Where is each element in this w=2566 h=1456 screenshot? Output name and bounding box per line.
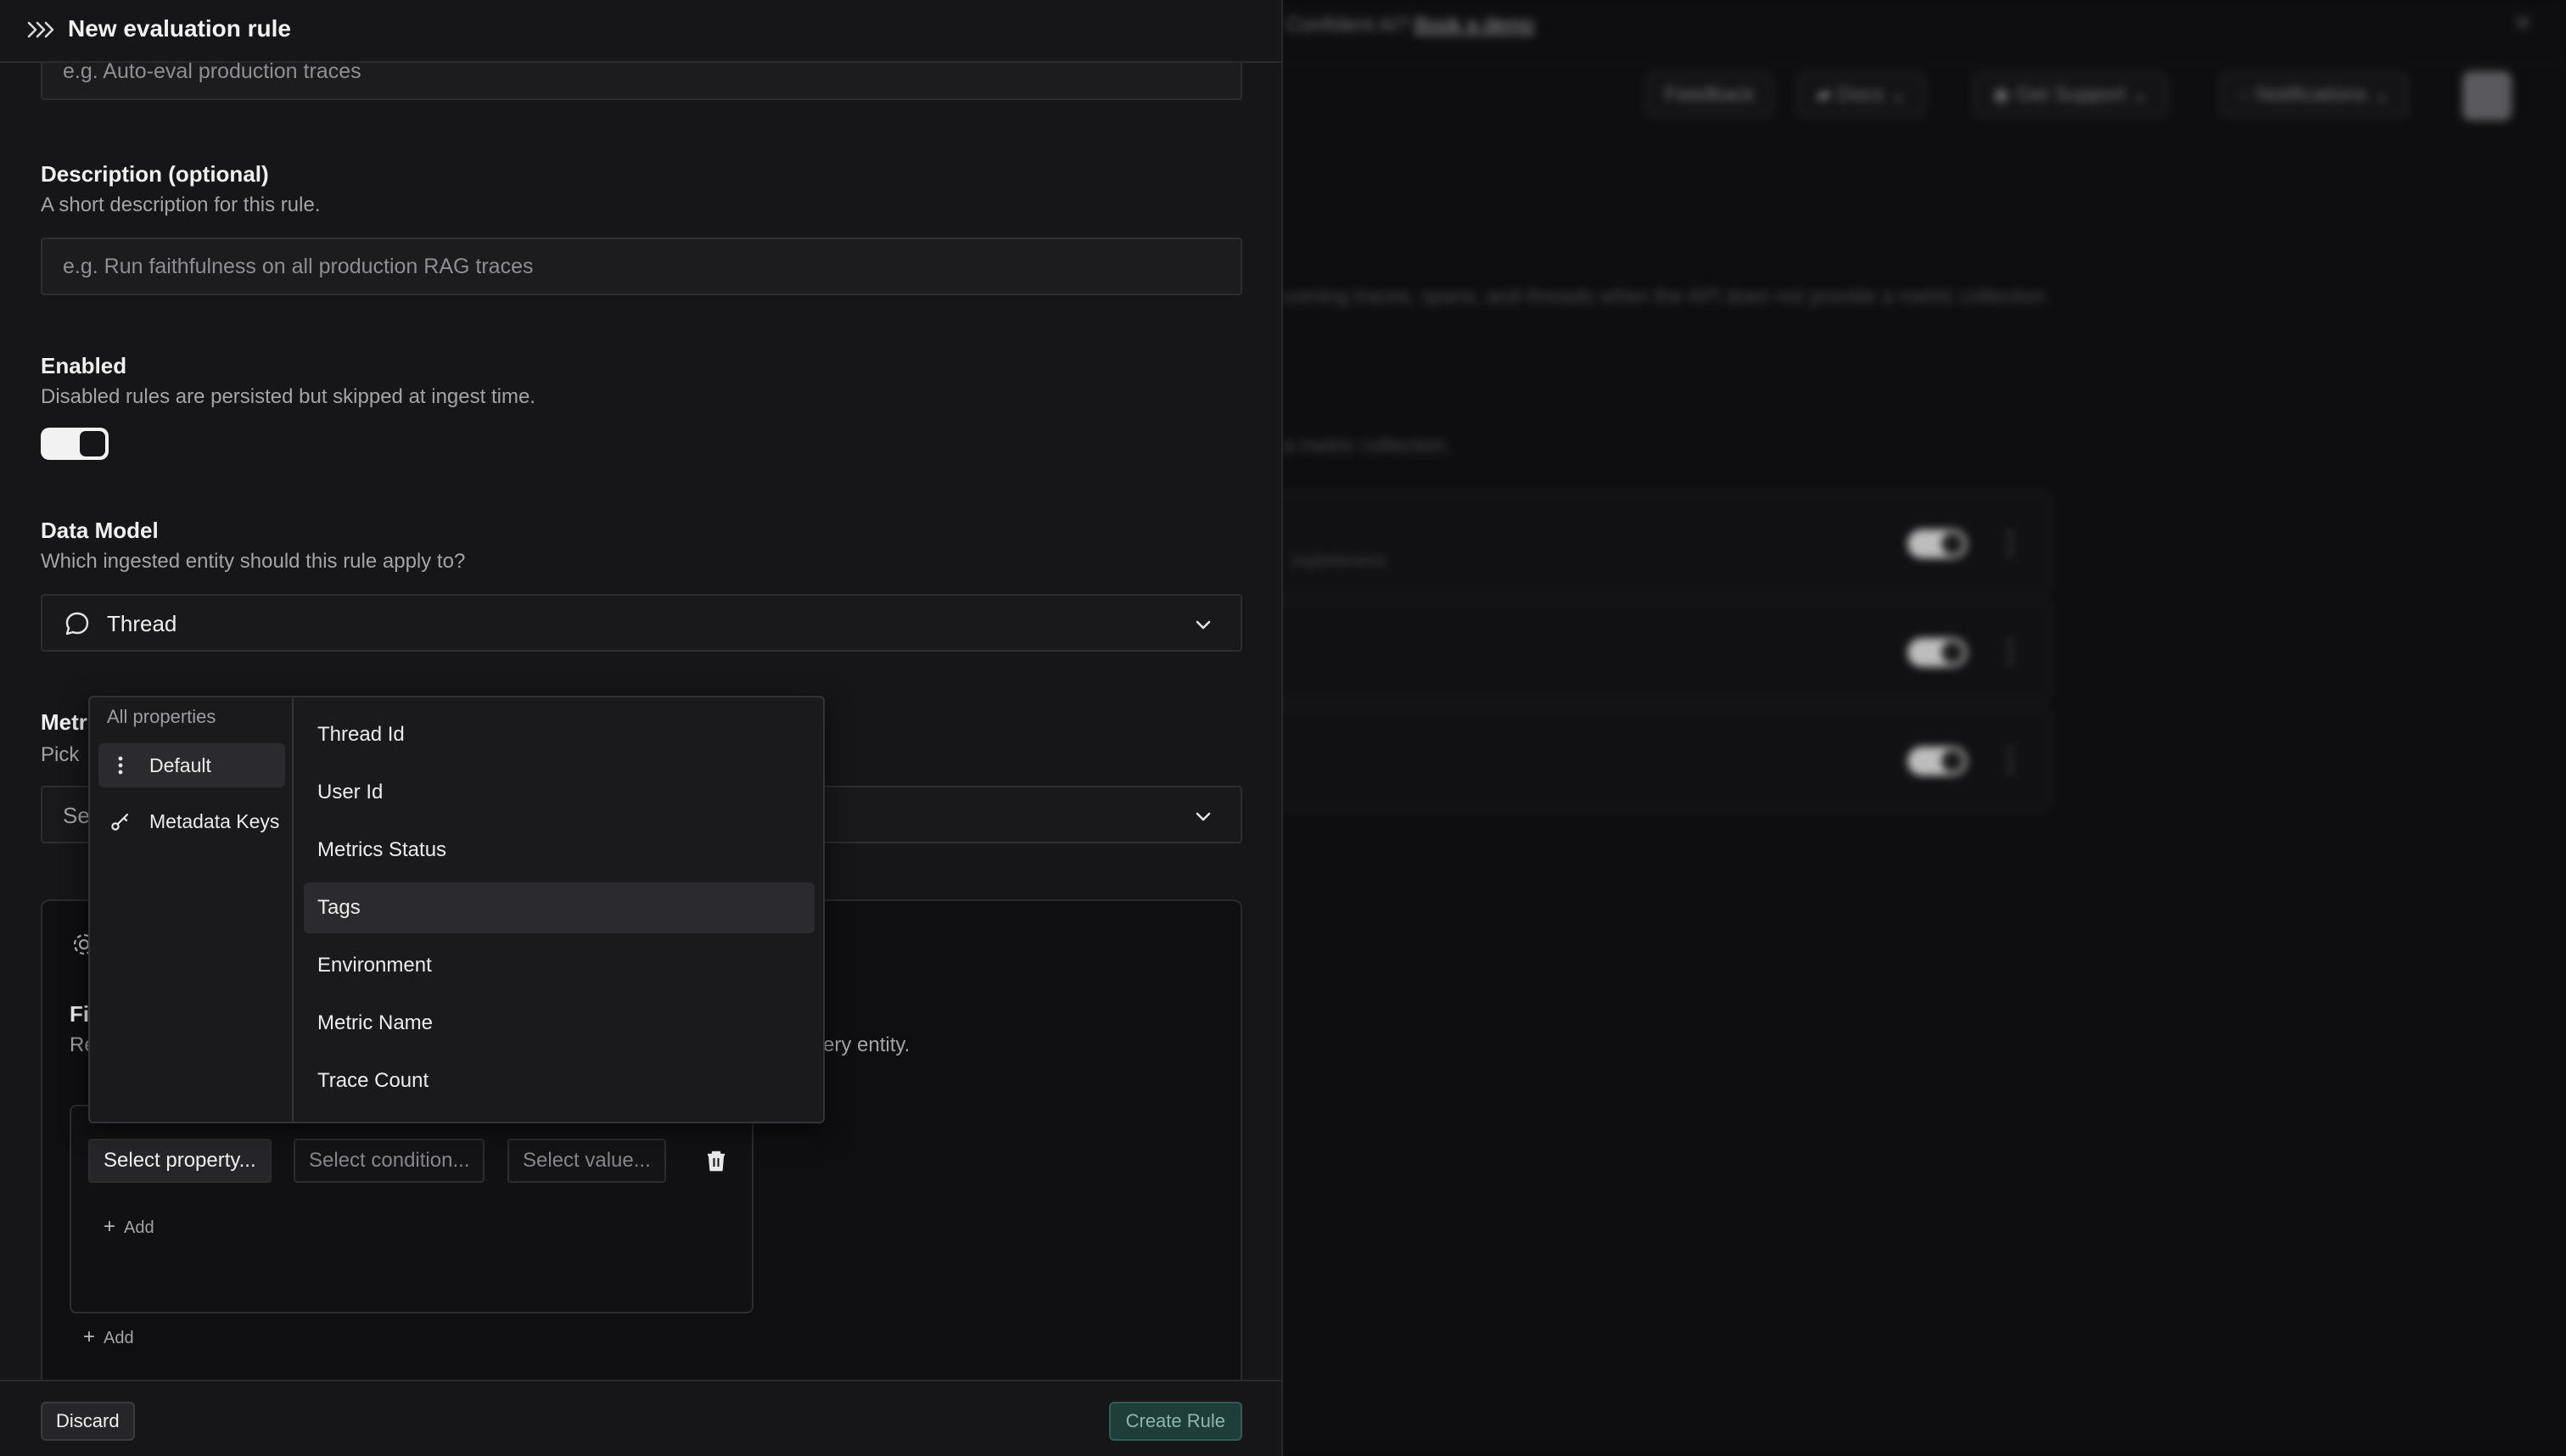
bg-rule-card[interactable]: ⋮ bbox=[1222, 599, 2052, 703]
bg-card-subtitle: mpleteness bbox=[1291, 550, 1387, 571]
all-properties-heading: All properties bbox=[107, 706, 216, 727]
close-icon[interactable]: ✕ bbox=[2513, 10, 2532, 36]
panel-header: New evaluation rule bbox=[0, 0, 1281, 63]
property-option-highlighted[interactable]: Tags bbox=[304, 882, 815, 933]
enabled-label: Enabled bbox=[41, 353, 127, 378]
bg-description-2: a metric collection. bbox=[1283, 434, 1452, 457]
enabled-toggle[interactable] bbox=[41, 428, 109, 460]
bg-rule-card[interactable]: mpleteness ⋮ bbox=[1222, 490, 2052, 594]
trash-icon[interactable] bbox=[704, 1149, 728, 1173]
docs-button[interactable]: ▰ Docs ⌄ bbox=[1797, 73, 1925, 117]
toggle-knob bbox=[80, 431, 105, 456]
description-input[interactable]: e.g. Run faithfulness on all production … bbox=[41, 238, 1242, 295]
property-option[interactable]: Metric Name bbox=[304, 998, 815, 1049]
kebab-icon[interactable]: ⋮ bbox=[1996, 743, 2025, 777]
kebab-icon bbox=[118, 756, 123, 775]
description-hint: A short description for this rule. bbox=[41, 193, 321, 216]
filters-title: Fi bbox=[70, 1001, 90, 1027]
plus-icon: + bbox=[83, 1325, 96, 1348]
select-property-button[interactable]: Select property... bbox=[88, 1139, 272, 1183]
condition-group: Select property... Select condition... S… bbox=[70, 1105, 754, 1313]
property-option[interactable]: User Id bbox=[304, 767, 815, 818]
add-group-button[interactable]: + Add bbox=[83, 1325, 134, 1349]
add-condition-button[interactable]: + Add bbox=[104, 1215, 154, 1239]
filters-desc-end: ery entity. bbox=[823, 1033, 910, 1056]
discard-button[interactable]: Discard bbox=[41, 1402, 135, 1441]
category-label: Default bbox=[149, 754, 211, 776]
key-icon bbox=[111, 813, 129, 831]
description-label: Description (optional) bbox=[41, 161, 269, 187]
kebab-icon[interactable]: ⋮ bbox=[1996, 526, 2025, 560]
book-demo-link[interactable]: Book a demo bbox=[1415, 14, 1534, 36]
category-label: Metadata Keys bbox=[149, 810, 280, 832]
message-circle-icon bbox=[65, 612, 89, 636]
bg-toggle[interactable] bbox=[1908, 638, 1967, 667]
plus-icon: + bbox=[104, 1215, 116, 1238]
metrics-label: Metr bbox=[41, 709, 87, 735]
category-default[interactable]: Default bbox=[98, 743, 285, 787]
enabled-hint: Disabled rules are persisted but skipped… bbox=[41, 385, 535, 408]
bg-description: coming traces, spans, and threads when t… bbox=[1283, 285, 2051, 308]
data-model-hint: Which ingested entity should this rule a… bbox=[41, 550, 466, 573]
bg-toggle[interactable] bbox=[1908, 747, 1967, 776]
property-option[interactable]: Trace Count bbox=[304, 1056, 815, 1106]
category-metadata-keys[interactable]: Metadata Keys bbox=[98, 799, 285, 843]
feedback-button[interactable]: Feedback bbox=[1646, 73, 1773, 117]
get-support-button[interactable]: ◉ Get Support ⌄ bbox=[1974, 73, 2167, 117]
panel-footer: Discard Create Rule bbox=[0, 1380, 1281, 1456]
data-model-label: Data Model bbox=[41, 518, 159, 543]
chevron-down-icon bbox=[1196, 620, 1211, 630]
create-rule-button[interactable]: Create Rule bbox=[1108, 1402, 1242, 1441]
metrics-hint: Pick bbox=[41, 743, 80, 766]
notifications-button[interactable]: ◌ Notifications ⌄ bbox=[2220, 73, 2409, 117]
metrics-placeholder: Se bbox=[63, 803, 90, 828]
select-value-button[interactable]: Select value... bbox=[507, 1139, 666, 1183]
avatar[interactable] bbox=[2462, 71, 2512, 120]
chevron-down-icon bbox=[1196, 812, 1211, 821]
bg-toggle[interactable] bbox=[1908, 529, 1967, 558]
bg-rule-card[interactable]: ⋮ bbox=[1222, 708, 2052, 811]
category-list: All properties Default Metadata Keys bbox=[90, 697, 294, 1122]
data-model-select[interactable]: Thread bbox=[41, 594, 1242, 652]
kebab-icon[interactable]: ⋮ bbox=[1996, 635, 2025, 669]
data-model-value: Thread bbox=[107, 611, 177, 636]
property-dropdown: All properties Default Metadata Keys Thr… bbox=[88, 696, 825, 1123]
collapse-panel-icon[interactable] bbox=[27, 17, 56, 42]
announcement-bar: Confident AI? Book a demo bbox=[1286, 14, 1535, 36]
property-option[interactable]: Environment bbox=[304, 940, 815, 991]
page-title: New evaluation rule bbox=[68, 15, 291, 42]
property-option[interactable]: Metrics Status bbox=[304, 825, 815, 876]
select-condition-button[interactable]: Select condition... bbox=[294, 1139, 485, 1183]
property-option[interactable]: Thread Id bbox=[304, 709, 815, 760]
